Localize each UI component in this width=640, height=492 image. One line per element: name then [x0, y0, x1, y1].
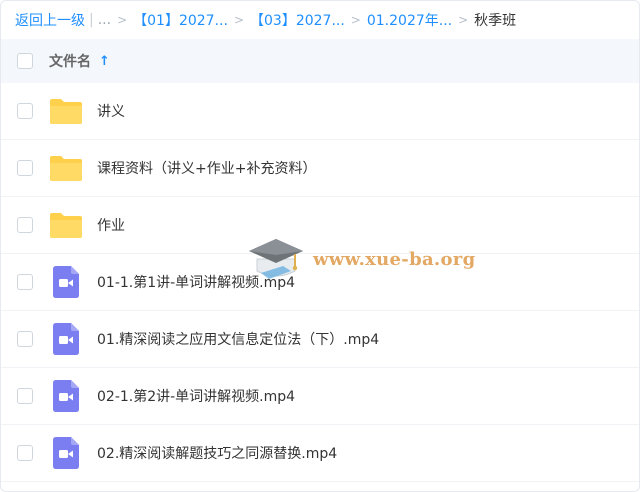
file-row[interactable]: 01-1.第1讲-单词讲解视频.mp4 — [1, 254, 639, 311]
folder-icon — [49, 211, 83, 239]
file-name[interactable]: 01-1.第1讲-单词讲解视频.mp4 — [97, 272, 295, 292]
file-name[interactable]: 02.精深阅读解题技巧之同源替换.mp4 — [97, 443, 337, 463]
chevron-right-icon: > — [233, 13, 244, 27]
file-row[interactable]: 02-1.第2讲-单词讲解视频.mp4 — [1, 368, 639, 425]
file-row[interactable]: 讲义 — [1, 83, 639, 140]
breadcrumb-ellipsis[interactable]: ... — [98, 12, 111, 28]
select-all-checkbox[interactable] — [17, 53, 33, 69]
file-row[interactable]: 01.精深阅读之应用文信息定位法（下）.mp4 — [1, 311, 639, 368]
chevron-right-icon: > — [117, 13, 128, 27]
row-checkbox[interactable] — [17, 103, 33, 119]
breadcrumb-item-2[interactable]: 【03】2027... — [250, 10, 345, 30]
file-row[interactable]: 作业 — [1, 197, 639, 254]
file-browser: 返回上一级 | ... > 【01】2027... > 【03】2027... … — [0, 0, 640, 492]
breadcrumb: 返回上一级 | ... > 【01】2027... > 【03】2027... … — [1, 1, 639, 39]
row-checkbox[interactable] — [17, 445, 33, 461]
breadcrumb-divider: | — [89, 12, 94, 28]
video-file-icon — [49, 266, 83, 298]
file-row[interactable]: 课程资料（讲义+作业+补充资料） — [1, 140, 639, 197]
video-file-icon — [49, 323, 83, 355]
row-checkbox[interactable] — [17, 331, 33, 347]
row-checkbox[interactable] — [17, 217, 33, 233]
back-link[interactable]: 返回上一级 — [15, 10, 85, 30]
file-list: 讲义课程资料（讲义+作业+补充资料） 作业 01-1.第1讲-单词讲解视频.mp4 0… — [1, 83, 639, 482]
breadcrumb-current: 秋季班 — [474, 13, 517, 29]
column-header-filename[interactable]: 文件名 — [49, 51, 91, 71]
file-name[interactable]: 作业 — [97, 215, 125, 235]
folder-icon — [49, 154, 83, 182]
row-checkbox[interactable] — [17, 274, 33, 290]
file-name[interactable]: 01.精深阅读之应用文信息定位法（下）.mp4 — [97, 329, 379, 349]
row-checkbox[interactable] — [17, 388, 33, 404]
row-checkbox[interactable] — [17, 160, 33, 176]
file-row[interactable]: 02.精深阅读解题技巧之同源替换.mp4 — [1, 425, 639, 482]
chevron-right-icon: > — [458, 13, 469, 27]
file-name[interactable]: 02-1.第2讲-单词讲解视频.mp4 — [97, 386, 295, 406]
chevron-right-icon: > — [350, 13, 361, 27]
file-name[interactable]: 讲义 — [97, 101, 125, 121]
video-file-icon — [49, 437, 83, 469]
file-list-header: 文件名 ↑ — [1, 39, 639, 83]
folder-icon — [49, 97, 83, 125]
breadcrumb-item-3[interactable]: 01.2027年... — [367, 10, 452, 30]
breadcrumb-item-1[interactable]: 【01】2027... — [133, 10, 228, 30]
arrow-up-icon[interactable]: ↑ — [99, 54, 110, 69]
video-file-icon — [49, 380, 83, 412]
file-name[interactable]: 课程资料（讲义+作业+补充资料） — [97, 158, 316, 178]
